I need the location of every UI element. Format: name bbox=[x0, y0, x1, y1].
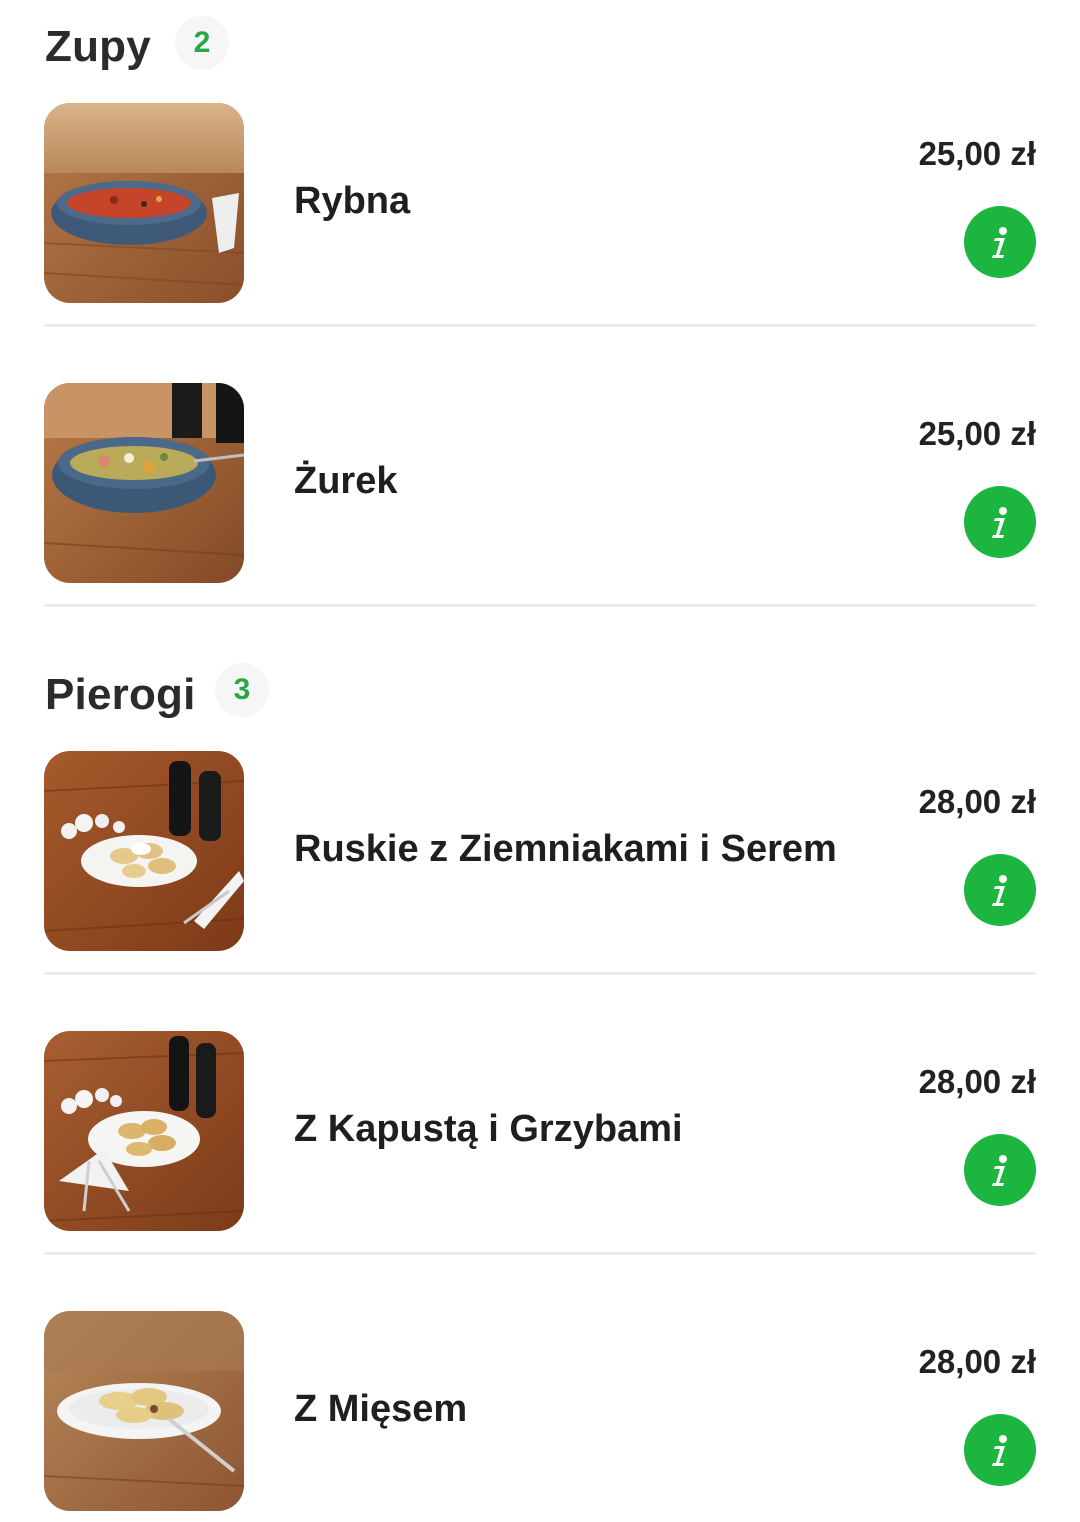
item-price: 28,00 zł bbox=[918, 1343, 1036, 1380]
section-header-pierogi: Pierogi bbox=[45, 670, 196, 720]
info-button[interactable] bbox=[964, 486, 1036, 558]
item-price: 28,00 zł bbox=[918, 1063, 1036, 1100]
section-title: Zupy bbox=[45, 22, 151, 71]
menu-item-zurek[interactable]: Żurek 25,00 zł bbox=[44, 383, 1036, 583]
item-name: Rybna bbox=[294, 180, 411, 222]
info-icon bbox=[992, 1435, 1007, 1466]
item-price: 25,00 zł bbox=[918, 135, 1036, 172]
section-count-badge: 3 bbox=[215, 663, 269, 717]
item-name: Z Mięsem bbox=[294, 1388, 468, 1430]
info-icon bbox=[992, 1155, 1007, 1186]
item-name: Żurek bbox=[294, 460, 398, 502]
info-button[interactable] bbox=[964, 1134, 1036, 1206]
menu-item-z-miesem[interactable]: Z Mięsem 28,00 zł bbox=[44, 1311, 1036, 1511]
info-icon bbox=[992, 507, 1007, 538]
item-divider bbox=[44, 324, 1036, 327]
item-divider bbox=[44, 972, 1036, 975]
section-header-zupy: Zupy bbox=[45, 22, 151, 72]
item-divider bbox=[44, 1252, 1036, 1255]
dish-photo bbox=[44, 1031, 244, 1231]
dish-photo bbox=[44, 383, 244, 583]
dish-photo bbox=[44, 1311, 244, 1511]
item-divider bbox=[44, 604, 1036, 607]
menu-item-rybna[interactable]: Rybna 25,00 zł bbox=[44, 103, 1036, 303]
menu-item-ruskie[interactable]: Ruskie z Ziemniakami i Serem 28,00 zł bbox=[44, 751, 1036, 951]
section-title: Pierogi bbox=[45, 670, 196, 719]
item-price: 25,00 zł bbox=[918, 415, 1036, 452]
item-price: 28,00 zł bbox=[918, 783, 1036, 820]
info-button[interactable] bbox=[964, 206, 1036, 278]
dish-photo bbox=[44, 103, 244, 303]
section-count-badge: 2 bbox=[175, 16, 229, 70]
info-button[interactable] bbox=[964, 854, 1036, 926]
dish-photo bbox=[44, 751, 244, 951]
item-name: Ruskie z Ziemniakami i Serem bbox=[294, 828, 837, 870]
info-button[interactable] bbox=[964, 1414, 1036, 1486]
menu-item-z-kapusta-i-grzybami[interactable]: Z Kapustą i Grzybami 28,00 zł bbox=[44, 1031, 1036, 1231]
info-icon bbox=[992, 875, 1007, 906]
info-icon bbox=[992, 227, 1007, 258]
item-name: Z Kapustą i Grzybami bbox=[294, 1108, 683, 1150]
